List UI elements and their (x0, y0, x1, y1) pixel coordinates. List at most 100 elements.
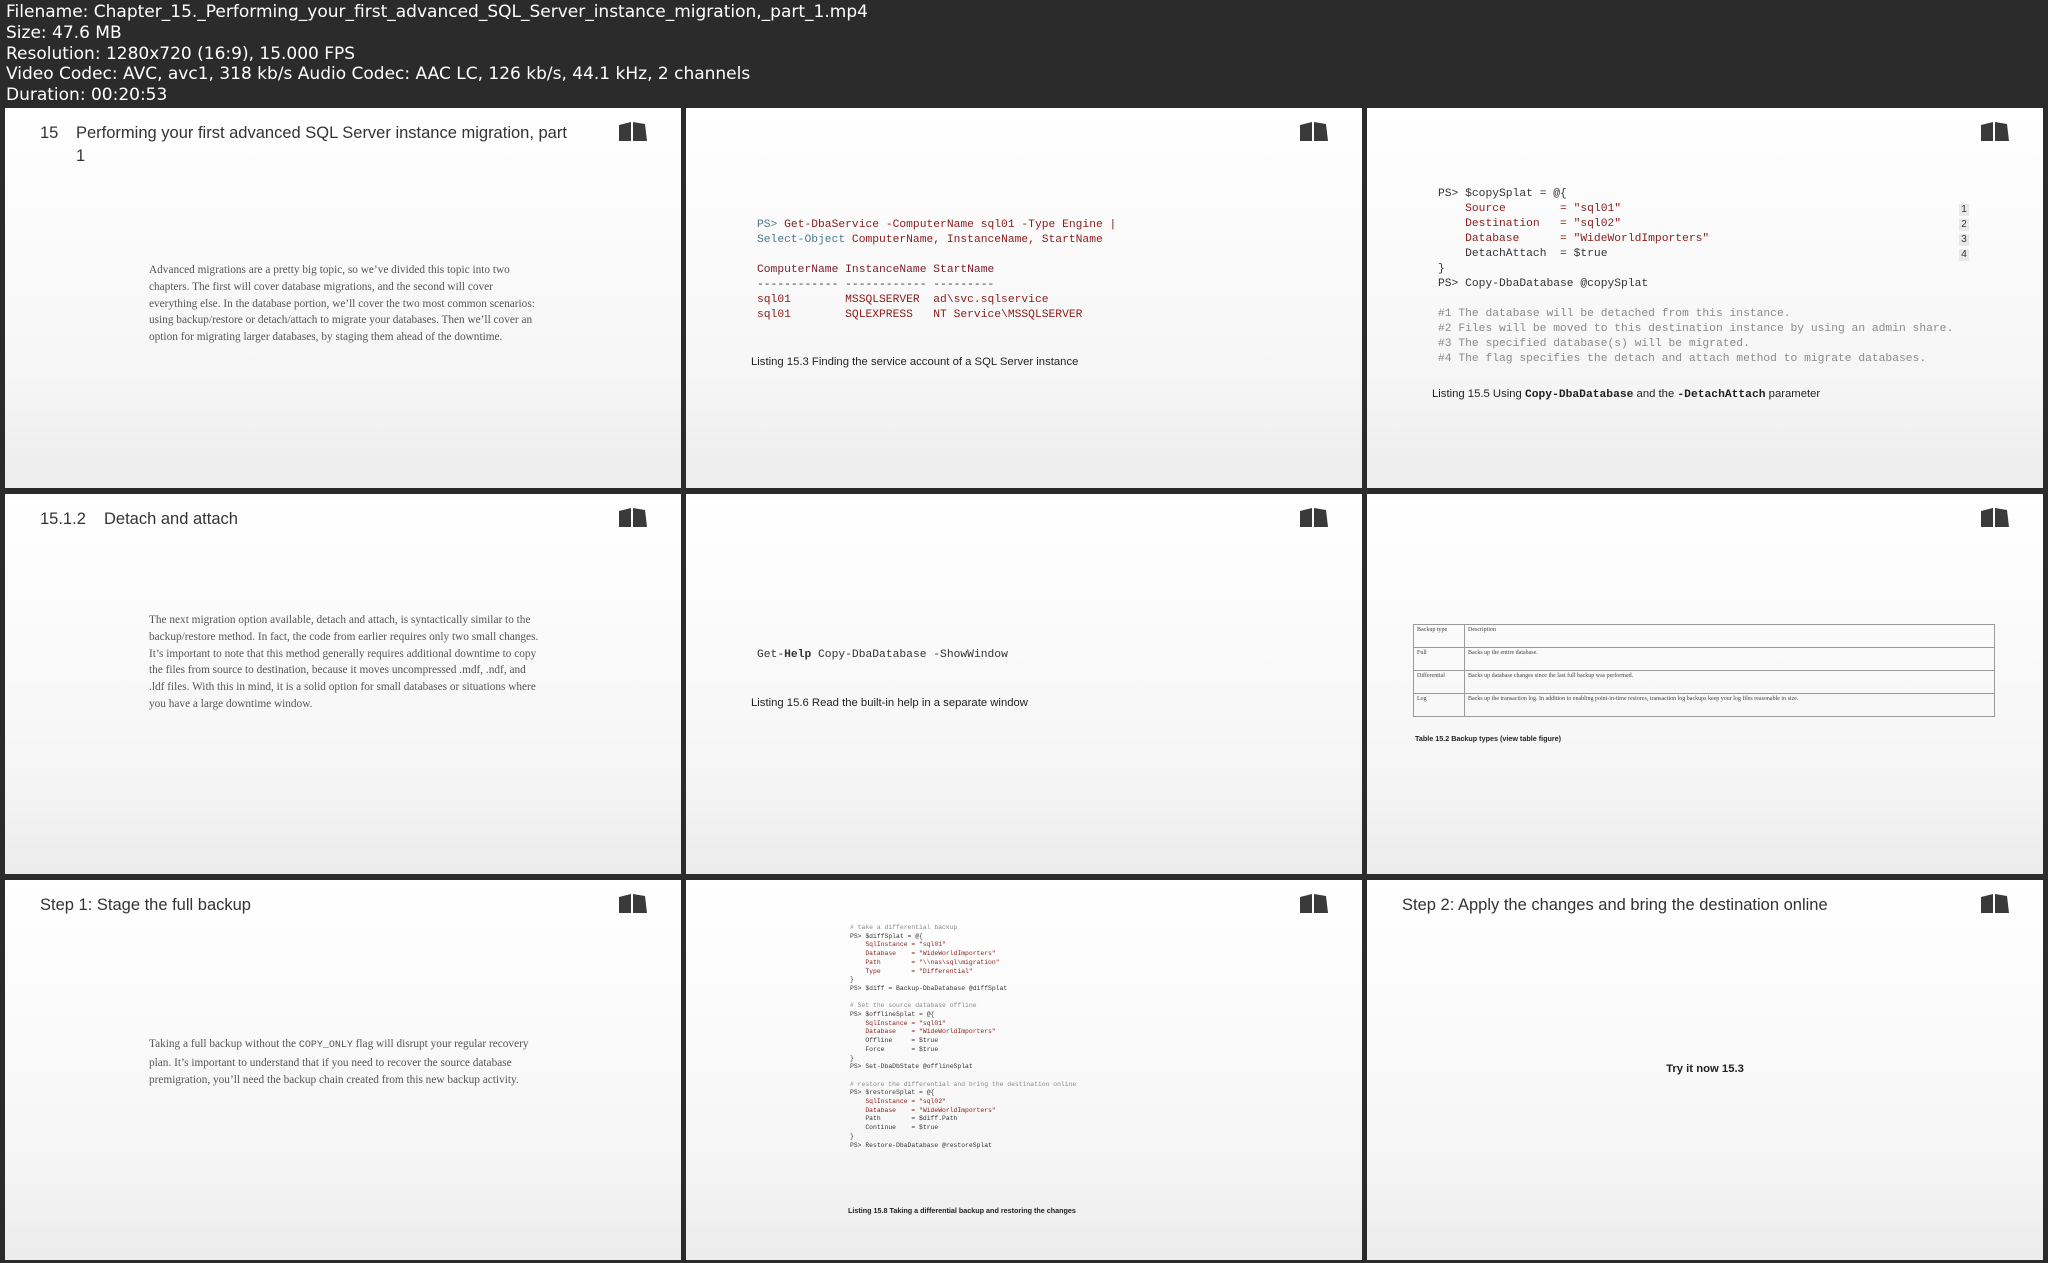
code-line: Type = "Differential" (850, 967, 973, 975)
book-icon (1981, 508, 2009, 527)
step-title: Step 2: Apply the changes and bring the … (1402, 896, 1828, 914)
inline-code: COPY_ONLY (298, 1040, 353, 1051)
code-line: Source = "sql01" (1438, 203, 1622, 215)
code-line: PS> $copySplat = @{ (1438, 188, 1567, 200)
thumbnail-3[interactable]: PS> $copySplat = @{ Source = "sql01" Des… (1367, 108, 2043, 488)
annotation-badge: 1 (1959, 204, 1969, 216)
caption-code: -DetachAttach (1677, 389, 1766, 401)
code-line: PS> $offlineSplat = @{ (850, 1011, 935, 1019)
book-icon (619, 894, 647, 913)
table-cell: Backs up the entire database. (1464, 647, 1995, 671)
code-line: SqlInstance = "sql01" (850, 941, 946, 949)
code-line: DetachAttach = $true (1438, 248, 1608, 260)
code-comment: #4 The flag specifies the detach and att… (1438, 353, 1927, 365)
annotation-badge: 4 (1959, 249, 1969, 261)
table-cell: Differential (1413, 670, 1465, 694)
code-line: Database = "WideWorldImporters" (850, 1028, 996, 1036)
code-line: Offline = $true (850, 1037, 939, 1045)
detach-attach-paragraph: The next migration option available, det… (149, 614, 539, 710)
code-line: } (850, 1054, 854, 1062)
table-cell: Full (1413, 647, 1465, 671)
thumbnail-8[interactable]: # take a differential backup PS> $diffSp… (686, 880, 1362, 1260)
code-comment: #3 The specified database(s) will be mig… (1438, 338, 1750, 350)
size-text: Size: 47.6 MB (6, 22, 122, 43)
code-line: ComputerName, InstanceName, StartName (851, 234, 1103, 246)
code-line: SqlInstance = "sql02" (850, 1098, 946, 1106)
duration-text: Duration: 00:20:53 (6, 85, 168, 106)
code-line: PS> $restoreSplat = @{ (850, 1089, 935, 1097)
ps-prompt: PS> (757, 219, 778, 231)
section-number: 15.1.2 (40, 510, 86, 528)
code-line: } (850, 1132, 854, 1140)
thumbnail-4[interactable]: 15.1.2 Detach and attach The next migrati… (5, 494, 681, 874)
thumbnail-2[interactable]: PS> Get-DbaService -ComputerName sql01 -… (686, 108, 1362, 488)
book-icon (619, 508, 647, 527)
code-cmd-bold: Help (784, 649, 812, 661)
body-text: Taking a full backup without the (149, 1038, 299, 1050)
listing-15-5-code: PS> $copySplat = @{ Source = "sql01" Des… (1438, 187, 1953, 367)
caption-text: parameter (1765, 388, 1821, 400)
book-icon (1981, 122, 2009, 141)
code-line: PS> $diffSplat = @{ (850, 932, 923, 940)
table-header: Description (1464, 624, 1995, 648)
listing-15-3-code: PS> Get-DbaService -ComputerName sql01 -… (757, 218, 1116, 323)
chapter-number: 15 (40, 124, 59, 142)
thumbnail-7[interactable]: Step 1: Stage the full backup Taking a f… (5, 880, 681, 1260)
codec-text: Video Codec: AVC, avc1, 318 kb/s Audio C… (6, 64, 751, 85)
chapter-title: 15 Performing your first advanced SQL Ser… (40, 122, 600, 168)
code-line: Continue = $true (850, 1124, 939, 1132)
thumbnail-5[interactable]: Get-Help Copy-DbaDatabase -ShowWindow Li… (686, 494, 1362, 874)
output-headers: ComputerName InstanceName StartName (757, 264, 995, 276)
filename-text: Filename: Chapter_15._Performing_your_fi… (6, 2, 868, 22)
code-line: Database = "WideWorldImporters" (850, 950, 996, 958)
try-it-now-label: Try it now 15.3 (1666, 1063, 1744, 1075)
code-line: PS> Set-DbaDbState @offlineSplat (850, 1063, 973, 1071)
code-keyword: Select-Object (757, 234, 846, 246)
resolution-text: Resolution: 1280x720 (16:9), 15.000 FPS (6, 43, 356, 64)
listing-caption: Listing 15.8 Taking a differential backu… (848, 1206, 1076, 1215)
table-header-row: Backup type Description (1413, 624, 1995, 648)
caption-text: and the (1633, 388, 1678, 400)
thumbnail-9[interactable]: Step 2: Apply the changes and bring the … (1367, 880, 2043, 1260)
code-cmd: Get- (757, 649, 785, 661)
code-comment: #1 The database will be detached from th… (1438, 308, 1791, 320)
listing-15-8-code: # take a differential backup PS> $diffSp… (850, 924, 1076, 1150)
code-line: Destination = "sql02" (1438, 218, 1622, 230)
table-cell: Backs up the transaction log. In additio… (1464, 693, 1995, 717)
thumbnail-grid: 15 Performing your first advanced SQL Ser… (0, 108, 2048, 1263)
code-cmd: Copy-DbaDatabase -ShowWindow (811, 649, 1008, 661)
annotation-badge: 3 (1959, 234, 1969, 246)
video-info-header: Filename: Chapter_15._Performing_your_fi… (0, 0, 2048, 108)
listing-caption: Listing 15.3 Finding the service account… (751, 356, 1079, 368)
book-icon (1300, 122, 1328, 141)
code-line: } (850, 976, 854, 984)
listing-caption: Listing 15.5 Using Copy-DbaDatabase and … (1432, 388, 1820, 401)
listing-caption: Listing 15.6 Read the built-in help in a… (751, 697, 1028, 709)
table-cell: Backs up database changes since the last… (1464, 670, 1995, 694)
output-divider: ------------ ------------ --------- (757, 279, 995, 291)
book-icon (619, 122, 647, 141)
code-line: Path = "\\nas\sql\migration" (850, 958, 1000, 966)
step-title: Step 1: Stage the full backup (40, 896, 251, 914)
stage-backup-paragraph: Taking a full backup without the COPY_ON… (149, 1036, 539, 1088)
code-comment: #2 Files will be moved to this destinati… (1438, 323, 1954, 335)
table-caption: Table 15.2 Backup types (view table figu… (1415, 734, 1562, 743)
code-comment: # take a differential backup (850, 924, 958, 931)
annotation-badge: 2 (1959, 219, 1969, 231)
thumbnail-1[interactable]: 15 Performing your first advanced SQL Ser… (5, 108, 681, 488)
code-comment: # restore the differential and bring the… (850, 1080, 1077, 1088)
book-icon (1300, 894, 1328, 913)
code-line: SqlInstance = "sql01" (850, 1019, 946, 1027)
table-header: Backup type (1413, 624, 1465, 648)
code-line: Get-DbaService -ComputerName sql01 -Type… (784, 219, 1117, 231)
chapter-title-text: Performing your first advanced SQL Serve… (76, 124, 567, 165)
code-line: Database = "WideWorldImporters" (850, 1106, 996, 1114)
book-icon (1300, 508, 1328, 527)
code-line: PS> Restore-DbaDatabase @restoreSplat (850, 1141, 992, 1149)
code-line: PS> $diff = Backup-DbaDatabase @diffSpla… (850, 984, 1008, 992)
table-cell: Log (1413, 693, 1465, 717)
thumbnail-6[interactable]: Backup type Description Full Backs up th… (1367, 494, 2043, 874)
listing-15-6-code: Get-Help Copy-DbaDatabase -ShowWindow (757, 648, 1008, 663)
code-line: Path = $diff.Path (850, 1115, 958, 1123)
section-title-text: Detach and attach (104, 510, 238, 528)
